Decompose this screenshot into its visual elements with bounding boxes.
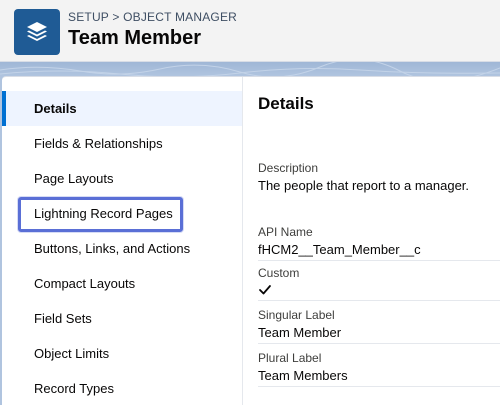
sidebar-item-details[interactable]: Details [2, 91, 242, 126]
page-title: Team Member [68, 27, 202, 49]
sidebar-item-record-types[interactable]: Record Types [2, 371, 242, 405]
breadcrumb-separator: > [112, 10, 120, 24]
background-pattern [0, 62, 500, 76]
plural-label-label: Plural Label [258, 351, 322, 365]
singular-label-label: Singular Label [258, 308, 335, 322]
sidebar-item-compact-layouts[interactable]: Compact Layouts [2, 266, 242, 301]
breadcrumb-object-manager[interactable]: OBJECT MANAGER [123, 10, 237, 24]
sidebar-item-buttons-links-actions[interactable]: Buttons, Links, and Actions [2, 231, 242, 266]
details-title: Details [258, 94, 314, 113]
singular-label-field: Singular Label Team Member [258, 308, 500, 344]
page-header: SETUP > OBJECT MANAGER Team Member [0, 0, 500, 62]
api-name-label: API Name [258, 225, 313, 239]
sidebar-item-object-limits[interactable]: Object Limits [2, 336, 242, 371]
api-name-field: API Name fHCM2__Team_Member__c [258, 225, 500, 261]
setup-panel: Details Fields & Relationships Page Layo… [2, 76, 500, 405]
checkmark-icon [259, 285, 271, 295]
description-field: Description The people that report to a … [258, 161, 500, 196]
stack-layers-icon [14, 9, 60, 55]
singular-label-value: Team Member [258, 325, 342, 340]
highlight-box [18, 197, 183, 232]
description-label: Description [258, 161, 319, 175]
breadcrumb-setup[interactable]: SETUP [68, 10, 109, 24]
plural-label-field: Plural Label Team Members [258, 351, 500, 387]
api-name-value: fHCM2__Team_Member__c [258, 242, 421, 257]
sidebar-item-field-sets[interactable]: Field Sets [2, 301, 242, 336]
custom-field: Custom [258, 266, 500, 301]
breadcrumb: SETUP > OBJECT MANAGER [68, 10, 237, 24]
panel-divider [242, 77, 243, 405]
custom-label: Custom [258, 266, 300, 280]
plural-label-value: Team Members [258, 368, 348, 383]
description-value: The people that report to a manager. [258, 178, 470, 193]
sidebar-item-page-layouts[interactable]: Page Layouts [2, 161, 242, 196]
sidebar-nav: Details Fields & Relationships Page Layo… [2, 91, 242, 405]
sidebar-item-fields-relationships[interactable]: Fields & Relationships [2, 126, 242, 161]
